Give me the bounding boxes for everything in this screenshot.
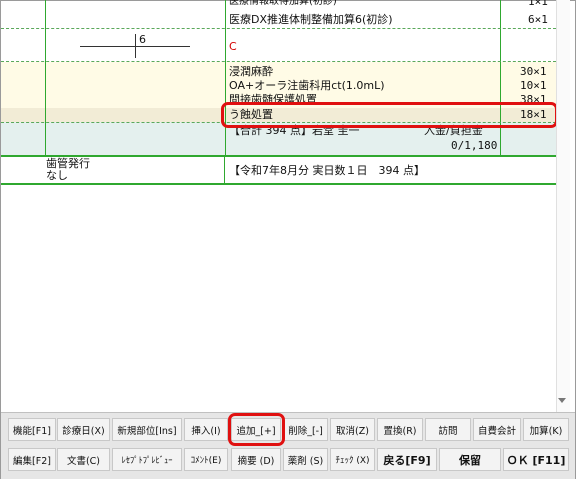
payment-value: 0/1,180 [451, 139, 498, 152]
summary-button[interactable]: 摘要 (D) [231, 448, 281, 471]
grid-line-left [45, 0, 46, 155]
new-site-button[interactable]: 新規部位[Ins] [112, 418, 182, 441]
treatment-qty: 6×1 [528, 13, 548, 26]
summary-divider [224, 157, 225, 183]
hold-button[interactable]: 保留 [439, 448, 501, 471]
tooth-number: 6 [139, 33, 146, 46]
grid-line-mid [225, 0, 226, 155]
visit-button[interactable]: 訪問 [425, 418, 471, 441]
row-divider [1, 61, 556, 62]
check-button[interactable]: ﾁｪｯｸ (X) [330, 448, 375, 471]
delete-button[interactable]: 削除_[-] [283, 418, 328, 441]
row-divider [1, 28, 556, 29]
comment-button[interactable]: ｺﾒﾝﾄ(E) [184, 448, 228, 471]
summary-left-2: なし [46, 169, 68, 182]
vertical-scrollbar[interactable] [556, 0, 570, 412]
treatment-label: 浸潤麻酔 [229, 65, 273, 78]
treatment-label: 医療情報取得加算(初診) [229, 0, 337, 7]
ok-button[interactable]: ＯＫ [F11] [503, 448, 569, 471]
treatment-qty: 1×1 [528, 0, 548, 8]
self-pay-button[interactable]: 自費会計 [473, 418, 521, 441]
treatment-label: 医療DX推進体制整備加算6(初診) [229, 13, 393, 26]
selected-row-highlight [221, 102, 558, 128]
addition-button[interactable]: 加算(K) [523, 418, 569, 441]
edit-button[interactable]: 編集[F2] [8, 448, 56, 471]
scroll-down-icon[interactable] [558, 398, 566, 403]
insert-button[interactable]: 挿入(I) [184, 418, 228, 441]
treatment-label: OA+オーラ注歯科用ct(1.0mL) [229, 79, 385, 92]
treatment-qty: 10×1 [520, 79, 547, 92]
tooth-chart-vline [135, 34, 136, 58]
document-button[interactable]: 文書(C) [57, 448, 110, 471]
receipt-preview-button[interactable]: ﾚｾﾌﾟﾄﾌﾟﾚﾋﾞｭｰ [112, 448, 182, 471]
back-button[interactable]: 戻る[F9] [377, 448, 437, 471]
grid-line-right [500, 0, 501, 155]
treatment-qty: 30×1 [520, 65, 547, 78]
add-button-highlight [228, 413, 285, 446]
function-button[interactable]: 機能[F1] [8, 418, 56, 441]
cancel-button[interactable]: 取消(Z) [330, 418, 375, 441]
medicine-button[interactable]: 薬剤 (S) [283, 448, 328, 471]
summary-right: 【令和7年8月分 実日数１日 394 点】 [229, 164, 425, 177]
treatment-label: C [229, 40, 237, 53]
treatment-date-button[interactable]: 診療日(X) [57, 418, 110, 441]
replace-button[interactable]: 置換(R) [377, 418, 423, 441]
